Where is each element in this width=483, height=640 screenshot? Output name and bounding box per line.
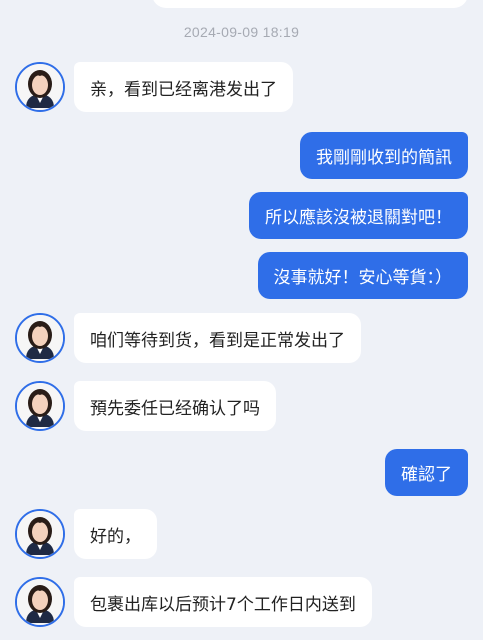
message-bubble-outgoing[interactable]: 我剛剛收到的簡訊: [300, 132, 468, 179]
message-bubble-incoming[interactable]: 亲，看到已经离港发出了: [74, 62, 293, 112]
agent-avatar[interactable]: [15, 313, 65, 363]
previous-message-bubble[interactable]: [152, 0, 468, 8]
message-bubble-outgoing[interactable]: 所以應該沒被退關對吧！: [249, 192, 468, 239]
message-timestamp: 2024-09-09 18:19: [183, 24, 300, 40]
agent-avatar[interactable]: [15, 577, 65, 627]
message-bubble-outgoing[interactable]: 沒事就好！安心等貨：）: [257, 252, 468, 299]
message-bubble-incoming[interactable]: 咱们等待到货，看到是正常发出了: [74, 313, 361, 363]
message-bubble-incoming[interactable]: 預先委任已经确认了吗: [74, 381, 276, 431]
message-bubble-incoming[interactable]: 包裹出库以后预计7个工作日内送到: [74, 577, 372, 627]
agent-avatar[interactable]: [15, 509, 65, 559]
agent-avatar[interactable]: [15, 62, 65, 112]
agent-avatar[interactable]: [15, 381, 65, 431]
message-bubble-outgoing[interactable]: 確認了: [385, 449, 468, 496]
message-bubble-incoming[interactable]: 好的，: [74, 509, 157, 559]
